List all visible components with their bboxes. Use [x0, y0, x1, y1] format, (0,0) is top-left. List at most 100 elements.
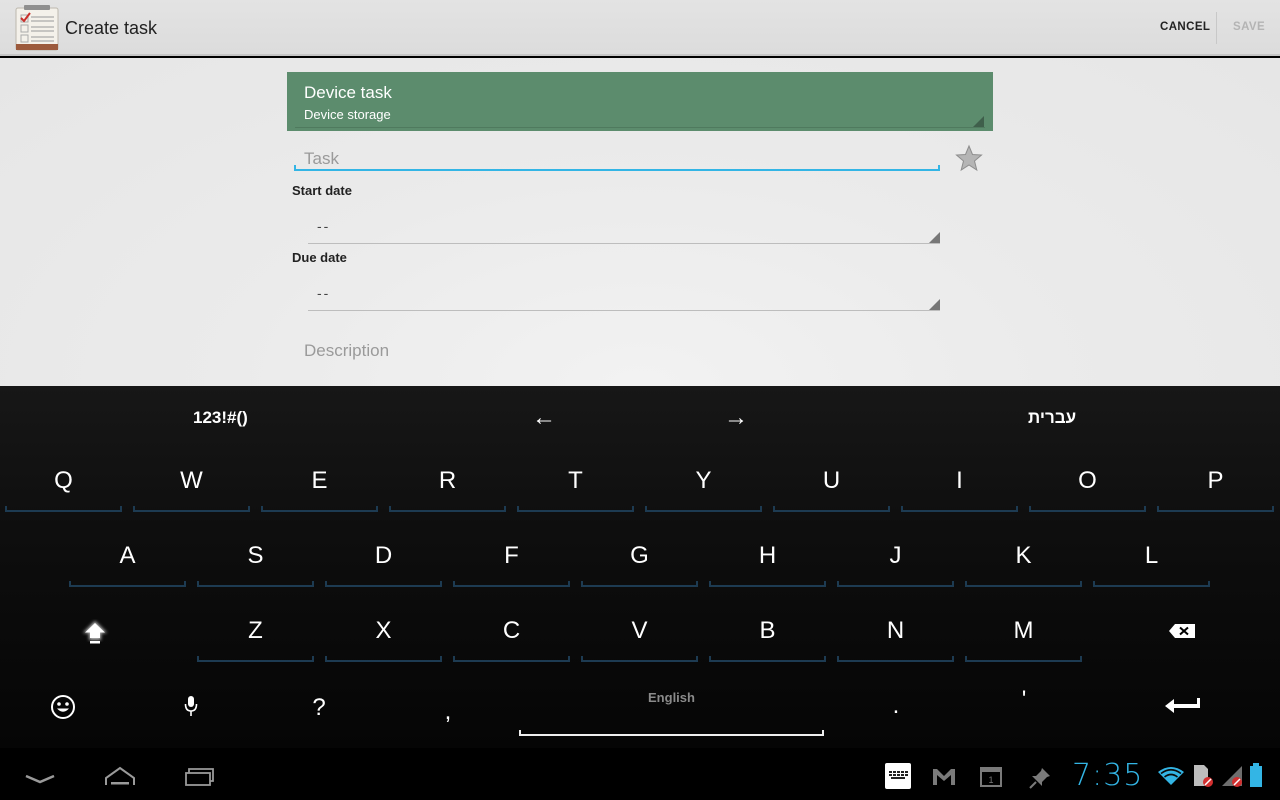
comma-key[interactable]: ,	[436, 698, 460, 726]
description-input[interactable]	[294, 336, 940, 366]
dropdown-indicator-icon	[929, 299, 940, 310]
key-y[interactable]: Y	[645, 450, 762, 512]
key-label: D	[374, 542, 393, 569]
key-x[interactable]: X	[325, 600, 442, 662]
cancel-button[interactable]: CANCEL	[1160, 21, 1210, 33]
save-button[interactable]: SAVE	[1233, 21, 1265, 33]
battery-icon[interactable]	[1249, 763, 1263, 792]
key-a[interactable]: A	[69, 525, 186, 587]
clock[interactable]: 7:35	[1072, 758, 1143, 793]
calendar-icon[interactable]: 1	[980, 767, 1002, 792]
calendar-day: 1	[988, 775, 993, 785]
gmail-icon[interactable]	[932, 768, 956, 791]
key-v[interactable]: V	[581, 600, 698, 662]
symbols-key[interactable]: 123!#()	[193, 408, 248, 428]
key-g[interactable]: G	[581, 525, 698, 587]
key-label: T	[568, 467, 583, 494]
key-label: G	[630, 542, 649, 569]
microphone-icon[interactable]	[182, 694, 200, 718]
start-date-value: --	[317, 218, 331, 234]
system-navigation-bar: 1 7:35	[0, 748, 1280, 800]
key-label: L	[1144, 542, 1159, 569]
key-outline	[965, 656, 1082, 662]
star-icon[interactable]	[955, 144, 983, 172]
key-k[interactable]: K	[965, 525, 1082, 587]
key-e[interactable]: E	[261, 450, 378, 512]
space-bar-outline	[519, 730, 824, 736]
key-label: S	[247, 542, 264, 569]
key-label: Q	[54, 467, 73, 494]
key-label: B	[759, 617, 776, 644]
cursor-left-key[interactable]: ←	[532, 404, 556, 432]
wifi-icon[interactable]	[1157, 766, 1185, 791]
smiley-icon[interactable]	[49, 693, 77, 721]
key-label: F	[504, 542, 519, 569]
due-date-value: --	[317, 285, 331, 301]
key-l[interactable]: L	[1093, 525, 1210, 587]
period-key[interactable]: .	[884, 692, 908, 720]
account-selector[interactable]: Device task Device storage	[287, 72, 993, 131]
key-c[interactable]: C	[453, 600, 570, 662]
start-date-picker[interactable]: --	[308, 208, 940, 244]
signal-no-service-icon[interactable]	[1220, 764, 1246, 793]
back-icon[interactable]	[10, 748, 70, 800]
key-label: A	[119, 542, 136, 569]
sd-card-error-icon[interactable]	[1192, 764, 1214, 793]
key-outline	[69, 581, 186, 587]
keyboard-icon[interactable]	[885, 763, 911, 794]
key-z[interactable]: Z	[197, 600, 314, 662]
account-subtitle: Device storage	[304, 107, 391, 122]
key-outline	[773, 506, 890, 512]
key-outline	[197, 656, 314, 662]
space-bar[interactable]: English	[519, 682, 824, 736]
task-input-focus-underline	[294, 165, 940, 171]
backspace-icon[interactable]	[1168, 622, 1198, 640]
key-outline	[709, 656, 826, 662]
key-label: U	[822, 467, 841, 494]
recent-apps-icon[interactable]	[170, 748, 230, 800]
key-w[interactable]: W	[133, 450, 250, 512]
key-q[interactable]: Q	[5, 450, 122, 512]
key-b[interactable]: B	[709, 600, 826, 662]
key-h[interactable]: H	[709, 525, 826, 587]
home-icon[interactable]	[90, 748, 150, 800]
spinner-underline	[295, 127, 985, 128]
language-switch-key[interactable]: עברית	[1028, 408, 1076, 428]
key-t[interactable]: T	[517, 450, 634, 512]
shift-icon[interactable]	[78, 616, 112, 650]
key-d[interactable]: D	[325, 525, 442, 587]
key-label: M	[1013, 617, 1034, 644]
enter-icon[interactable]	[1164, 694, 1202, 714]
key-label: P	[1207, 467, 1224, 494]
key-label: E	[311, 467, 328, 494]
key-p[interactable]: P	[1157, 450, 1274, 512]
pin-icon[interactable]	[1028, 766, 1052, 795]
key-j[interactable]: J	[837, 525, 954, 587]
task-form: Device task Device storage Start date --…	[0, 58, 1280, 386]
start-date-label: Start date	[292, 183, 352, 198]
question-mark-key[interactable]: ?	[304, 694, 334, 722]
key-r[interactable]: R	[389, 450, 506, 512]
due-date-picker[interactable]: --	[308, 275, 940, 311]
key-outline	[1157, 506, 1274, 512]
key-o[interactable]: O	[1029, 450, 1146, 512]
key-s[interactable]: S	[197, 525, 314, 587]
key-outline	[325, 656, 442, 662]
key-label: C	[502, 617, 521, 644]
key-outline	[837, 581, 954, 587]
key-outline	[581, 656, 698, 662]
apostrophe-key[interactable]: '	[1012, 686, 1036, 714]
key-i[interactable]: I	[901, 450, 1018, 512]
key-n[interactable]: N	[837, 600, 954, 662]
cursor-right-key[interactable]: →	[724, 404, 748, 432]
key-outline	[453, 656, 570, 662]
key-label: N	[886, 617, 905, 644]
key-outline	[5, 506, 122, 512]
key-f[interactable]: F	[453, 525, 570, 587]
key-outline	[709, 581, 826, 587]
key-m[interactable]: M	[965, 600, 1082, 662]
key-outline	[133, 506, 250, 512]
key-label: K	[1015, 542, 1032, 569]
key-u[interactable]: U	[773, 450, 890, 512]
key-outline	[517, 506, 634, 512]
